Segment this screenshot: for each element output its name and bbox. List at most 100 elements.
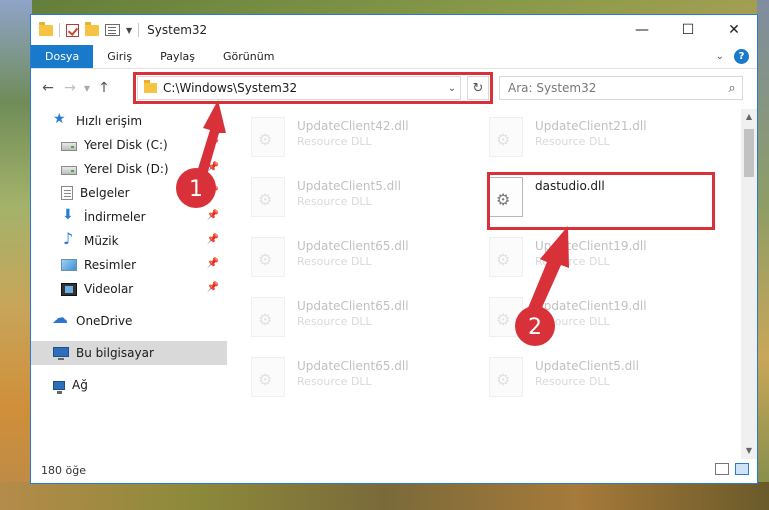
- sidebar-item-pictures[interactable]: Resimler 📌: [31, 253, 227, 277]
- back-button[interactable]: ←: [37, 80, 59, 96]
- ribbon-tabs: Dosya Giriş Paylaş Görünüm ⌄ ?: [31, 45, 757, 69]
- sidebar-item-local-disk-d[interactable]: Yerel Disk (D:) 📌: [31, 157, 227, 181]
- close-button[interactable]: ✕: [711, 15, 757, 45]
- sidebar-item-label: Müzik: [84, 234, 119, 248]
- videos-icon: [61, 282, 77, 296]
- up-button[interactable]: ↑: [93, 80, 115, 96]
- view-switcher: [715, 463, 749, 475]
- help-icon[interactable]: ?: [734, 49, 749, 64]
- file-explorer-window: ▼ System32 — ☐ ✕ Dosya Giriş Paylaş Görü…: [30, 14, 758, 484]
- dll-file-icon: [251, 117, 285, 157]
- new-folder-icon[interactable]: [85, 21, 99, 36]
- sidebar-item-downloads[interactable]: İndirmeler 📌: [31, 205, 227, 229]
- sidebar-item-label: Ağ: [72, 378, 88, 392]
- file-item[interactable]: UpdateClient5.dll Resource DLL: [475, 353, 705, 405]
- search-input[interactable]: [508, 81, 722, 95]
- properties-check-icon[interactable]: [66, 23, 79, 37]
- file-item[interactable]: UpdateClient19.dll Resource DLL: [475, 233, 705, 285]
- status-bar: 180 öğe: [31, 457, 757, 483]
- star-icon: [53, 111, 69, 128]
- file-item[interactable]: UpdateClient21.dll Resource DLL: [475, 113, 705, 165]
- file-type: Resource DLL: [535, 315, 610, 328]
- recent-locations-chevron-icon[interactable]: ▼: [81, 84, 93, 93]
- file-item[interactable]: UpdateClient42.dll Resource DLL: [237, 113, 467, 165]
- expand-ribbon-chevron-icon[interactable]: ⌄: [716, 51, 724, 62]
- pin-icon[interactable]: 📌: [207, 258, 219, 269]
- sidebar-item-label: OneDrive: [76, 314, 133, 328]
- sidebar-item-onedrive[interactable]: OneDrive: [31, 308, 227, 333]
- file-type: Resource DLL: [535, 135, 610, 148]
- pictures-icon: [61, 259, 77, 271]
- pin-icon[interactable]: 📌: [207, 162, 219, 173]
- pin-icon[interactable]: 📌: [207, 186, 219, 197]
- sidebar-item-videos[interactable]: Videolar 📌: [31, 277, 227, 301]
- file-item[interactable]: UpdateClient65.dll Resource DLL: [237, 353, 467, 405]
- maximize-button[interactable]: ☐: [665, 15, 711, 45]
- pin-icon[interactable]: 📌: [207, 138, 219, 149]
- file-item[interactable]: UpdateClient65.dll Resource DLL: [237, 293, 467, 345]
- sidebar-item-documents[interactable]: Belgeler 📌: [31, 181, 227, 205]
- downloads-icon: [61, 207, 77, 224]
- file-name: UpdateClient19.dll: [535, 299, 647, 313]
- folder-icon: [39, 21, 53, 36]
- divider: [59, 23, 60, 37]
- large-icons-view-icon[interactable]: [735, 463, 749, 475]
- file-type: Resource DLL: [297, 195, 372, 208]
- tab-dosya[interactable]: Dosya: [31, 45, 94, 68]
- ribbon-right-controls: ⌄ ?: [716, 49, 749, 64]
- customize-toolbar-chevron-icon[interactable]: ▼: [126, 26, 132, 35]
- file-type: Resource DLL: [297, 375, 372, 388]
- desktop-background-left: [0, 0, 32, 510]
- file-name: UpdateClient65.dll: [297, 239, 409, 253]
- annotation-highlight-address: [133, 72, 493, 104]
- sidebar-item-this-pc[interactable]: Bu bilgisayar: [31, 341, 227, 365]
- navigation-pane: Hızlı erişim Yerel Disk (C:) 📌 Yerel Dis…: [31, 109, 227, 459]
- file-item[interactable]: UpdateClient65.dll Resource DLL: [237, 233, 467, 285]
- vertical-scrollbar[interactable]: ▲ ▼: [741, 109, 757, 459]
- pin-icon[interactable]: 📌: [207, 234, 219, 245]
- scroll-up-arrow-icon[interactable]: ▲: [741, 109, 757, 125]
- pin-icon[interactable]: 📌: [207, 282, 219, 293]
- quick-access-toolbar: ▼: [31, 21, 140, 37]
- sidebar-item-label: Hızlı erişim: [76, 114, 143, 128]
- details-view-icon[interactable]: [715, 463, 729, 475]
- file-type: Resource DLL: [297, 315, 372, 328]
- title-bar: ▼ System32 — ☐ ✕: [31, 15, 757, 45]
- tab-gorunum[interactable]: Görünüm: [209, 45, 288, 68]
- sidebar-item-music[interactable]: Müzik 📌: [31, 229, 227, 253]
- sidebar-item-network[interactable]: Ağ: [31, 373, 227, 397]
- sidebar-item-label: İndirmeler: [84, 210, 146, 224]
- sidebar-item-label: Resimler: [84, 258, 137, 272]
- sidebar-item-label: Yerel Disk (D:): [84, 162, 169, 176]
- sidebar-item-label: Yerel Disk (C:): [84, 138, 168, 152]
- file-type: Resource DLL: [535, 375, 610, 388]
- sidebar-item-label: Belgeler: [80, 186, 130, 200]
- desktop-background-bottom: [0, 482, 769, 510]
- search-box[interactable]: ⌕: [499, 76, 743, 100]
- tab-paylas[interactable]: Paylaş: [146, 45, 209, 68]
- dll-file-icon: [251, 177, 285, 217]
- sidebar-item-local-disk-c[interactable]: Yerel Disk (C:) 📌: [31, 133, 227, 157]
- file-item[interactable]: UpdateClient19.dll Resource DLL: [475, 293, 705, 345]
- sidebar-item-label: Bu bilgisayar: [76, 346, 154, 360]
- forward-button[interactable]: →: [59, 80, 81, 96]
- network-icon: [53, 380, 65, 394]
- scroll-thumb[interactable]: [744, 129, 754, 177]
- desktop-background-right: [757, 0, 769, 510]
- dll-file-icon: [251, 237, 285, 277]
- search-icon[interactable]: ⌕: [722, 81, 742, 96]
- sidebar-item-label: Videolar: [84, 282, 134, 296]
- music-icon: [61, 229, 77, 248]
- file-item[interactable]: UpdateClient5.dll Resource DLL: [237, 173, 467, 225]
- pin-icon[interactable]: 📌: [207, 210, 219, 221]
- file-name: UpdateClient5.dll: [297, 179, 401, 193]
- computer-icon: [53, 347, 69, 360]
- tab-giris[interactable]: Giriş: [93, 45, 146, 68]
- properties-icon[interactable]: [105, 24, 120, 36]
- sidebar-item-quick-access[interactable]: Hızlı erişim: [31, 109, 227, 133]
- annotation-highlight-file: [487, 172, 715, 230]
- minimize-button[interactable]: —: [619, 15, 665, 45]
- item-count: 180 öğe: [41, 463, 86, 477]
- documents-icon: [61, 186, 73, 200]
